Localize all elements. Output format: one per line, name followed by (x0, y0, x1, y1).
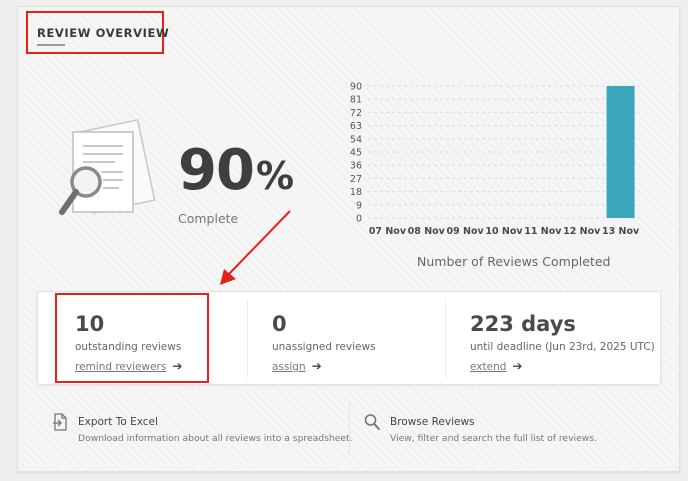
x-tick-label: 10 Nov (485, 226, 523, 237)
export-icon (53, 413, 67, 431)
stat-divider (445, 300, 446, 378)
y-tick-label: 36 (350, 161, 362, 172)
x-tick-label: 12 Nov (563, 226, 601, 237)
assign-link[interactable]: assign ➔ (272, 359, 322, 373)
x-tick-label: 11 Nov (524, 226, 562, 237)
stat-label: until deadline (Jun 23rd, 2025 UTC) (470, 341, 655, 353)
percent-value: 90 (178, 138, 255, 203)
title-underline (37, 44, 65, 46)
red-arrow-annotation (220, 210, 291, 285)
action-title[interactable]: Browse Reviews (390, 416, 475, 428)
page-title: REVIEW OVERVIEW (37, 26, 170, 40)
x-tick-label: 07 Nov (369, 226, 407, 237)
stat-label: unassigned reviews (272, 341, 376, 353)
search-icon (364, 414, 380, 430)
y-tick-label: 9 (356, 200, 362, 211)
action-description: Download information about all reviews i… (78, 433, 353, 444)
arrow-right-icon: ➔ (311, 359, 322, 373)
y-tick-label: 45 (350, 148, 362, 159)
document-magnifier-icon (59, 118, 156, 215)
action-description: View, filter and search the full list of… (390, 433, 597, 444)
action-title[interactable]: Export To Excel (78, 416, 158, 428)
y-tick-label: 0 (356, 214, 362, 225)
chart-title: Number of Reviews Completed (417, 254, 611, 269)
percent-symbol: % (255, 154, 294, 198)
y-tick-label: 81 (350, 95, 362, 106)
actions-row: Export To Excel Download information abo… (37, 400, 661, 458)
outstanding-highlight-box (55, 293, 209, 383)
x-tick-label: 13 Nov (602, 226, 640, 237)
completion-percentage: 90% (178, 138, 294, 203)
link-label[interactable]: extend (470, 361, 506, 373)
browse-reviews-action[interactable]: Browse Reviews View, filter and search t… (349, 400, 649, 458)
x-tick-label: 09 Nov (447, 226, 485, 237)
stat-divider (247, 300, 248, 378)
link-label[interactable]: assign (272, 361, 306, 373)
export-to-excel-action[interactable]: Export To Excel Download information abo… (37, 400, 353, 458)
y-tick-label: 54 (350, 134, 362, 145)
y-tick-label: 72 (350, 108, 362, 119)
chart-bar (606, 86, 635, 218)
y-tick-label: 27 (350, 174, 362, 185)
y-tick-label: 18 (350, 187, 362, 198)
extend-link[interactable]: extend ➔ (470, 359, 522, 373)
x-tick-label: 08 Nov (408, 226, 446, 237)
y-tick-label: 63 (350, 121, 362, 132)
y-tick-label: 90 (350, 82, 362, 93)
reviews-completed-chart: 0 9 18 27 36 45 54 63 72 81 90 07 Nov 08 Nov 09 Nov 10… (350, 82, 640, 237)
stat-value: 223 days (470, 312, 576, 336)
stat-value: 0 (272, 312, 287, 336)
arrow-right-icon: ➔ (512, 359, 523, 373)
